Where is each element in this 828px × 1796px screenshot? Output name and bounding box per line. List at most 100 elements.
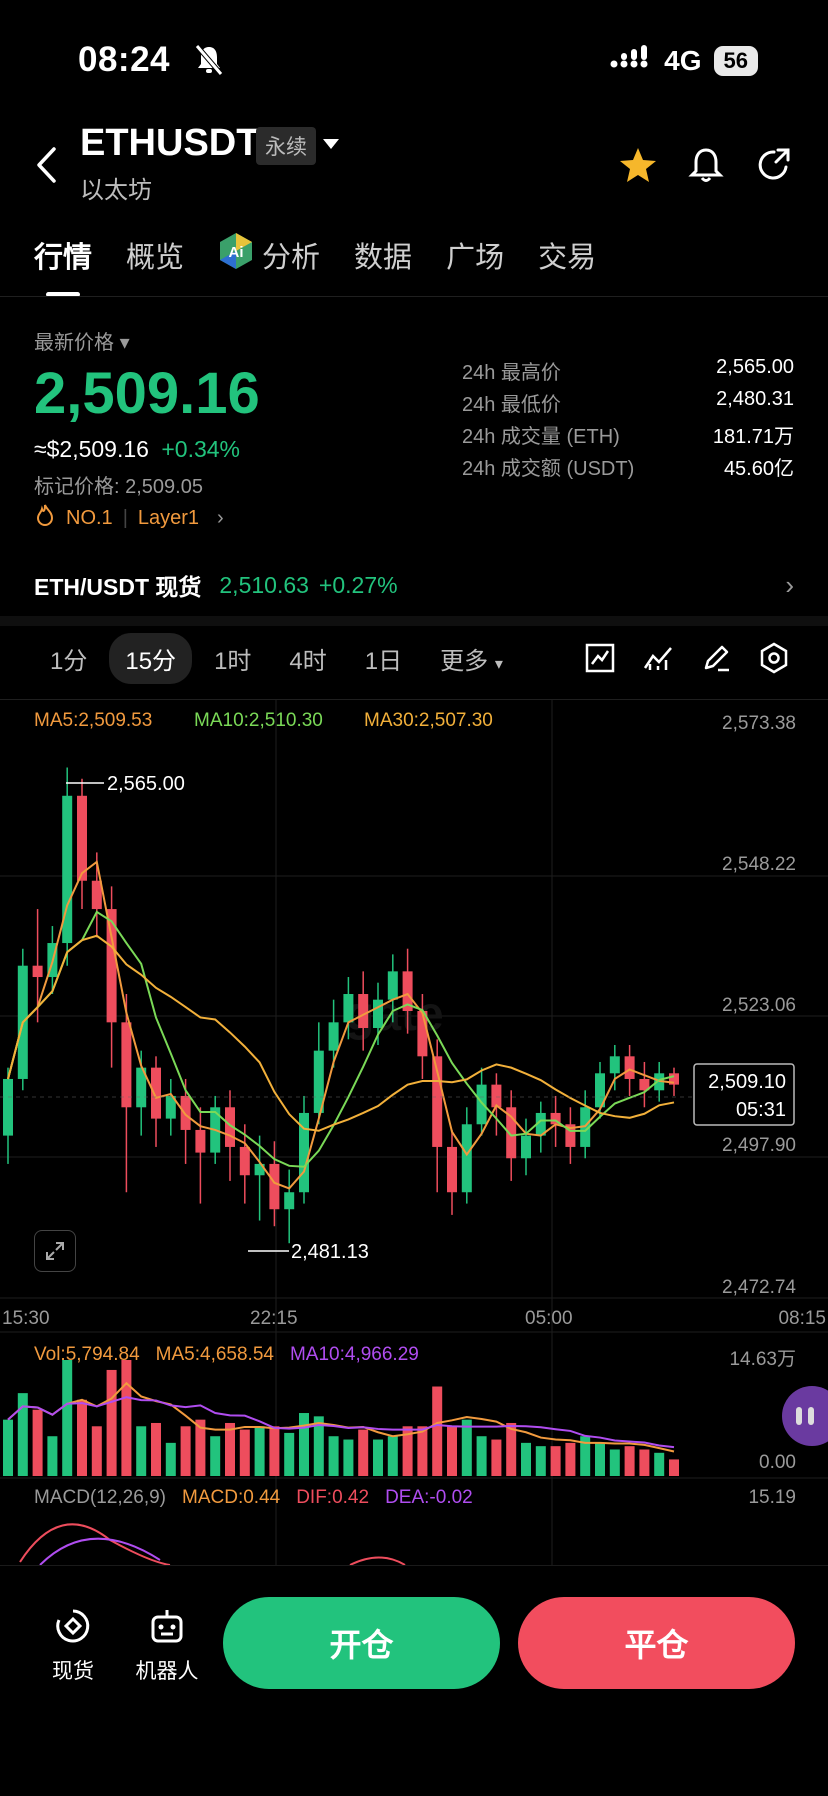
chevron-right-icon[interactable]: › — [217, 507, 224, 530]
volume-bar — [358, 1429, 369, 1476]
candle-body — [180, 1095, 191, 1130]
volume-bar — [565, 1442, 576, 1476]
star-icon[interactable] — [618, 146, 658, 189]
status-time: 08:24 — [78, 40, 171, 79]
close-position-button[interactable]: 平仓 — [518, 1597, 795, 1689]
expand-chart-icon[interactable] — [34, 1230, 76, 1272]
tf-1h[interactable]: 1时 — [198, 633, 267, 684]
chart-type-icon[interactable] — [642, 642, 674, 679]
volume-bar — [535, 1446, 546, 1476]
vol-ma10: MA10:4,966.29 — [289, 1344, 419, 1365]
tf-15m[interactable]: 15分 — [109, 632, 193, 684]
time-axis: 15:30 22:15 05:00 08:15 — [2, 1308, 826, 1329]
volume-bar — [417, 1426, 428, 1476]
volume-bar — [461, 1419, 472, 1476]
symbol-subtitle: 以太坊 — [80, 177, 152, 204]
candle-body — [461, 1124, 472, 1193]
candle-body — [151, 1067, 161, 1119]
candle-body — [195, 1129, 206, 1153]
tab-trade[interactable]: 交易 — [538, 234, 596, 276]
volume-legend: Vol:5,794.84 MA5:4,658.54 MA10:4,966.29 — [34, 1344, 419, 1366]
volume-bar — [77, 1399, 87, 1476]
tab-analysis-label: 分析 — [262, 242, 321, 274]
volume-bar — [373, 1439, 383, 1476]
last-price-label[interactable]: 最新价格 ▾ — [34, 326, 130, 355]
macd-legend: MACD(12,26,9) MACD:0.44 DIF:0.42 DEA:-0.… — [34, 1487, 473, 1509]
spot-shortcut[interactable]: 现货 — [48, 1606, 98, 1685]
network-type: 4G — [664, 44, 702, 76]
candle-body — [239, 1146, 250, 1176]
volume-bar — [254, 1426, 265, 1476]
tag-separator: | — [122, 506, 128, 529]
spot-price: 2,510.63 — [219, 571, 309, 598]
candle-body — [373, 999, 383, 1028]
volume-bar — [180, 1426, 191, 1476]
tab-square[interactable]: 广场 — [446, 234, 504, 276]
candle-body — [343, 994, 354, 1023]
low-label: 2,481.13 — [291, 1241, 369, 1263]
open-position-button[interactable]: 开仓 — [223, 1597, 500, 1689]
volume-bar — [299, 1413, 309, 1476]
time-tick: 05:00 — [525, 1308, 573, 1329]
high-label: 2,565.00 — [107, 773, 185, 795]
symbol-title[interactable]: ETHUSDT — [80, 122, 259, 165]
tab-analysis[interactable]: Ai 分析 — [218, 232, 320, 278]
candles-group — [3, 767, 679, 1244]
volume-bar — [550, 1446, 561, 1476]
spot-icon — [53, 1609, 93, 1650]
spot-shortcut-label: 现货 — [52, 1660, 94, 1683]
indicator-icon[interactable] — [584, 642, 616, 679]
candle-body — [32, 965, 43, 978]
back-icon[interactable] — [34, 146, 58, 189]
robot-shortcut[interactable]: 机器人 — [134, 1606, 200, 1685]
volume-bar — [328, 1436, 339, 1476]
tab-market[interactable]: 行情 — [34, 234, 92, 276]
volume-bar — [654, 1452, 665, 1476]
volume-bar — [343, 1439, 354, 1476]
price-tick: 2,497.90 — [722, 1135, 796, 1156]
category-tag[interactable]: Layer1 — [138, 507, 199, 530]
share-icon[interactable] — [756, 146, 792, 189]
ai-icon: Ai — [218, 232, 254, 278]
candle-body — [387, 971, 398, 1000]
tf-4h[interactable]: 4时 — [273, 633, 342, 684]
macd-dea-line — [39, 1537, 161, 1565]
tab-overview[interactable]: 概览 — [126, 234, 184, 276]
tf-more[interactable]: 更多 ▾ — [424, 633, 519, 684]
usd-price-row: ≈$2,509.16 +0.34% — [34, 436, 240, 463]
tf-1d[interactable]: 1日 — [349, 633, 418, 684]
robot-icon — [147, 1610, 187, 1650]
volume-bar — [521, 1442, 531, 1476]
settings-icon[interactable] — [758, 642, 790, 679]
tf-1m[interactable]: 1分 — [34, 633, 103, 684]
volume-bar — [106, 1369, 117, 1476]
vol-ma5: MA5:4,658.54 — [155, 1344, 274, 1365]
draw-pen-icon[interactable] — [700, 642, 732, 679]
macd-dif-line-2 — [349, 1556, 406, 1565]
volume-bar — [595, 1442, 605, 1476]
mark-price: 标记价格: 2,509.05 — [34, 476, 203, 498]
price-tick: 2,573.38 — [722, 713, 796, 734]
spot-chevron-icon: › — [785, 569, 794, 600]
volume-bar — [432, 1386, 443, 1476]
candle-body — [491, 1084, 502, 1108]
time-tick: 15:30 — [2, 1308, 50, 1329]
rank-tag[interactable]: NO.1 — [66, 507, 113, 530]
volume-bar — [136, 1426, 147, 1476]
volume-bars-group — [3, 1360, 679, 1476]
price-chart[interactable]: gate 2,565.00 2,481.13 2,509.10 05:31 2,… — [0, 700, 828, 1565]
robot-shortcut-label: 机器人 — [135, 1660, 199, 1683]
candle-body — [3, 1078, 13, 1136]
current-price-label: 2,509.10 — [708, 1071, 786, 1093]
macd-dif-line — [19, 1523, 171, 1565]
price-tick: 2,523.06 — [722, 995, 796, 1016]
tab-data[interactable]: 数据 — [354, 234, 412, 276]
spot-link-row[interactable]: ETH/USDT 现货 2,510.63 +0.27% › — [34, 568, 794, 602]
bell-icon[interactable] — [688, 146, 724, 189]
symbol-dropdown-icon[interactable] — [322, 137, 340, 155]
macd-value: MACD:0.44 — [182, 1487, 281, 1508]
status-right: 4G 56 — [610, 44, 758, 77]
stat-low: 24h 最低价 2,480.31 — [462, 388, 794, 416]
volume-bar — [387, 1436, 398, 1476]
more-dropdown-icon: ▾ — [494, 655, 503, 673]
